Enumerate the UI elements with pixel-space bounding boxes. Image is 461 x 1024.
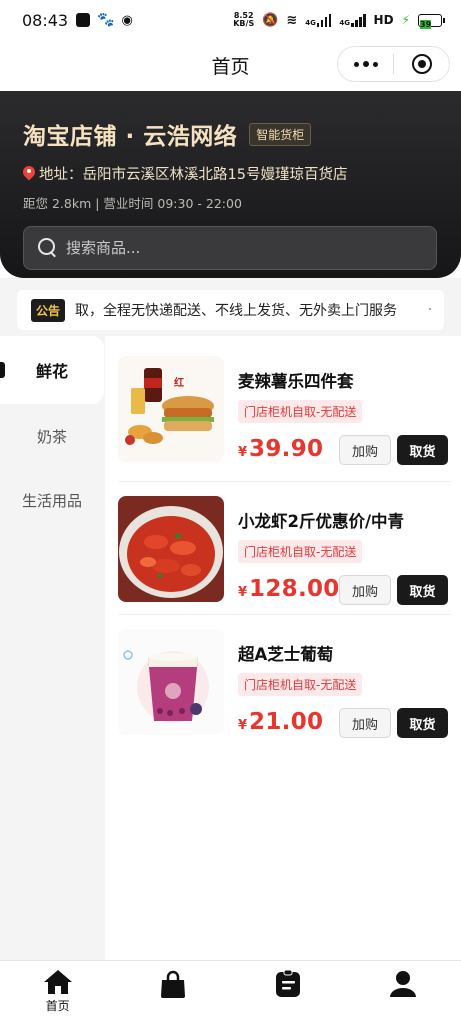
pickup-button[interactable]: 取货 — [397, 708, 448, 738]
pickup-button[interactable]: 取货 — [397, 575, 448, 605]
product-price: ¥21.00 — [238, 709, 323, 735]
order-icon — [276, 969, 301, 997]
category-label: 生活用品 — [21, 491, 82, 510]
net-speed: 8.52 KB/S — [233, 12, 254, 28]
location-pin-icon — [23, 166, 35, 182]
status-bar: 08:43 🐾 ◉ 8.52 KB/S 🔕 ≋ 4G 4G HD ⚡ 39 — [0, 0, 461, 40]
store-info: 距您 2.8km | 营业时间 09:30 - 22:00 — [23, 196, 242, 211]
weibo-icon: ◉ — [121, 12, 133, 28]
search-input[interactable] — [66, 239, 396, 257]
main-content: 鲜花 奶茶 生活用品 红 麦辣薯乐四件套 门店柜机自取-无配送 ¥ 39.90 … — [0, 336, 461, 960]
category-item-flowers[interactable]: 鲜花 — [0, 336, 104, 404]
store-address[interactable]: 地址：岳阳市云溪区林溪北路15号嫚瑾琼百货店 — [23, 163, 438, 184]
product-name: 麦辣薯乐四件套 — [238, 372, 354, 391]
product-item[interactable]: 小龙虾2斤优惠价/中青 门店柜机自取-无配送 ¥128.00 加购 取货 — [118, 484, 451, 612]
status-indicators: 8.52 KB/S 🔕 ≋ 4G 4G HD ⚡ 39 — [233, 12, 445, 29]
notice-tag: 公告 — [31, 298, 66, 322]
pickup-tag: 门店柜机自取-无配送 — [238, 673, 363, 696]
charging-icon: ⚡ — [401, 13, 410, 27]
signal-1: 4G — [305, 13, 332, 27]
store-badge: 智能货柜 — [249, 122, 312, 146]
price-value: 21.00 — [249, 709, 324, 735]
paw-icon: 🐾 — [97, 12, 115, 28]
signal-2: 4G — [339, 13, 366, 27]
notification-icons: 🐾 ◉ — [76, 12, 133, 28]
product-image-crayfish[interactable] — [118, 496, 224, 602]
signal-2-label: 4G — [339, 18, 351, 27]
tab-home[interactable]: 首页 — [0, 961, 115, 1024]
add-to-cart-button[interactable]: 加购 — [339, 575, 391, 605]
store-address-text: 地址：岳阳市云溪区林溪北路15号嫚瑾琼百货店 — [39, 167, 348, 183]
mute-icon: 🔕 — [262, 12, 279, 28]
product-name: 超A芝士葡萄 — [238, 645, 334, 664]
tab-label: 首页 — [45, 999, 70, 1013]
user-icon — [390, 971, 417, 997]
notice-bar[interactable]: 公告 取，全程无快递配送、不线上发货、无外卖上门服务 — [17, 290, 444, 330]
price-value: 128.00 — [249, 576, 340, 602]
pickup-button[interactable]: 取货 — [397, 435, 448, 465]
pickup-tag: 门店柜机自取-无配送 — [238, 540, 363, 563]
store-name: 淘宝店铺 · 云浩网络 — [23, 124, 238, 150]
signal-1-label: 4G — [305, 18, 316, 27]
signal-bars-icon — [316, 13, 332, 27]
category-item-milk-tea[interactable]: 奶茶 — [0, 404, 104, 468]
price-currency: ¥ — [238, 718, 248, 733]
svg-text:红: 红 — [174, 376, 184, 389]
category-label: 鲜花 — [35, 362, 68, 381]
product-price: ¥128.00 — [238, 576, 340, 602]
tab-bag[interactable] — [115, 961, 230, 1024]
product-item[interactable]: 超A芝士葡萄 门店柜机自取-无配送 ¥21.00 加购 取货 — [118, 617, 451, 745]
notice-dot — [429, 308, 431, 310]
wifi-icon: ≋ — [286, 12, 298, 28]
product-image-cheese-grape[interactable] — [118, 629, 224, 735]
product-image-burger-set[interactable]: 红 — [118, 356, 224, 462]
home-icon — [43, 970, 72, 994]
tab-orders[interactable] — [231, 961, 346, 1024]
price-value: 39.90 — [249, 436, 324, 462]
more-icon[interactable] — [338, 47, 393, 81]
bag-icon — [160, 970, 185, 998]
category-item-daily-goods[interactable]: 生活用品 — [0, 468, 104, 532]
category-sidebar: 鲜花 奶茶 生活用品 — [0, 336, 104, 960]
page-title: 首页 — [211, 55, 250, 78]
pickup-tag: 门店柜机自取-无配送 — [238, 400, 363, 423]
product-list: 红 麦辣薯乐四件套 门店柜机自取-无配送 ¥39.90 加购 取货 小龙虾2斤优… — [105, 336, 461, 960]
hd-label: HD — [373, 13, 394, 27]
price-currency: ¥ — [238, 445, 248, 460]
tab-bar: 首页 — [0, 960, 461, 1024]
store-header: 淘宝店铺 · 云浩网络 智能货柜 地址：岳阳市云溪区林溪北路15号嫚瑾琼百货店 … — [0, 91, 461, 278]
divider — [118, 481, 451, 482]
add-to-cart-button[interactable]: 加购 — [339, 435, 391, 465]
net-speed-unit: KB/S — [233, 19, 255, 28]
nav-bar: 首页 — [0, 40, 461, 90]
search-bar[interactable] — [23, 226, 437, 270]
add-to-cart-button[interactable]: 加购 — [339, 708, 391, 738]
app-notification-icon — [76, 13, 91, 27]
price-currency: ¥ — [238, 585, 248, 600]
mini-program-capsule — [337, 46, 450, 82]
battery-level: 39 — [420, 19, 432, 29]
category-label: 奶茶 — [36, 427, 67, 446]
battery-icon: 39 — [418, 13, 445, 29]
status-time: 08:43 — [22, 10, 69, 30]
tab-profile[interactable] — [346, 961, 461, 1024]
search-icon — [38, 238, 58, 258]
product-price: ¥39.90 — [238, 436, 323, 462]
product-name: 小龙虾2斤优惠价/中青 — [238, 512, 405, 531]
notice-section: 公告 取，全程无快递配送、不线上发货、无外卖上门服务 — [0, 278, 461, 336]
divider — [118, 614, 451, 615]
store-title-row: 淘宝店铺 · 云浩网络 智能货柜 — [23, 117, 438, 151]
signal-bars-icon — [351, 13, 366, 27]
product-item[interactable]: 红 麦辣薯乐四件套 门店柜机自取-无配送 ¥39.90 加购 取货 — [118, 344, 451, 472]
notice-text: 取，全程无快递配送、不线上发货、无外卖上门服务 — [75, 303, 398, 319]
target-icon[interactable] — [394, 47, 449, 81]
